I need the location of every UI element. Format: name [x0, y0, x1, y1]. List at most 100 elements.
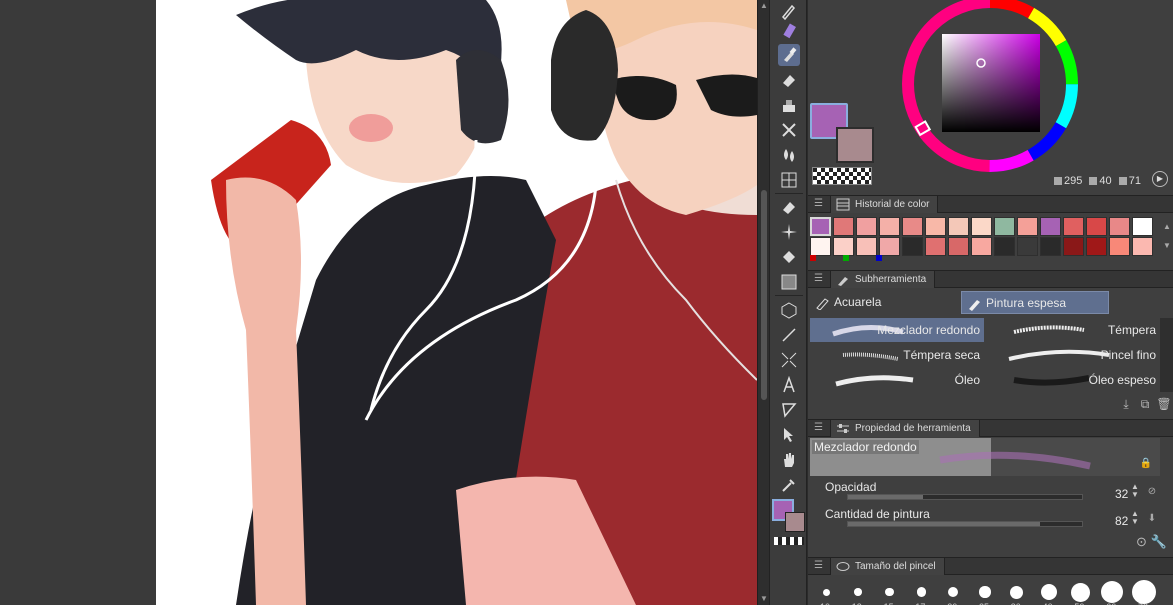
pressure-icon[interactable]: ⬇ — [1145, 512, 1159, 526]
history-color-swatch[interactable] — [971, 237, 992, 256]
history-color-swatch[interactable] — [1109, 237, 1130, 256]
sub-color-chip[interactable] — [785, 512, 805, 532]
menu-icon[interactable]: ☰ — [814, 198, 823, 209]
history-color-swatch[interactable] — [1040, 217, 1061, 236]
mesh-tool-icon[interactable] — [778, 169, 800, 191]
tab-subtool[interactable]: Subherramienta — [830, 271, 936, 288]
tab-brush-size[interactable]: Tamaño del pincel — [830, 558, 945, 575]
brush-size-preset[interactable] — [885, 587, 894, 597]
history-color-swatch[interactable] — [948, 217, 969, 236]
brush-size-preset[interactable] — [1101, 581, 1124, 603]
history-color-swatch[interactable] — [879, 237, 900, 256]
history-color-swatch[interactable] — [971, 217, 992, 236]
paint-amount-slider[interactable] — [847, 521, 1083, 527]
group-acuarela[interactable]: Acuarela — [810, 291, 958, 314]
wrench-icon[interactable]: 🔧 — [1151, 534, 1167, 549]
history-color-swatch[interactable] — [856, 217, 877, 236]
menu-icon[interactable]: ☰ — [814, 560, 823, 571]
drawing-canvas[interactable] — [156, 0, 757, 605]
paint-amount-row[interactable]: Cantidad de pintura 82 ▲ ▼ ⬇ — [825, 507, 1165, 533]
history-color-swatch[interactable] — [1086, 237, 1107, 256]
sparkle-tool-icon[interactable] — [778, 221, 800, 243]
history-color-swatch[interactable] — [994, 237, 1015, 256]
lock-icon[interactable]: 🔒 — [1140, 458, 1152, 469]
pen-tool-icon[interactable] — [778, 0, 800, 22]
history-color-swatch[interactable] — [879, 217, 900, 236]
brush-size-preset[interactable] — [822, 588, 830, 596]
frame-tool-icon[interactable] — [778, 349, 800, 371]
brush-tempera-seca[interactable]: Témpera seca — [810, 343, 984, 367]
brush-size-preset[interactable] — [854, 588, 862, 596]
opacity-option-icon[interactable]: ⊘ — [1145, 485, 1159, 499]
color-wheel[interactable] — [900, 0, 1080, 175]
hand-tool-icon[interactable] — [778, 449, 800, 471]
history-color-swatch[interactable] — [1132, 217, 1153, 236]
line-tool-icon[interactable] — [778, 324, 800, 346]
history-color-swatch[interactable] — [856, 237, 877, 256]
sub-color-swatch[interactable] — [836, 127, 874, 163]
history-color-swatch[interactable] — [902, 217, 923, 236]
brush-tool-icon[interactable] — [778, 44, 800, 66]
fill-tool-icon[interactable] — [778, 246, 800, 268]
history-color-swatch[interactable] — [1086, 217, 1107, 236]
history-color-swatch[interactable] — [1132, 237, 1153, 256]
history-color-swatch[interactable] — [948, 237, 969, 256]
brush-oleo[interactable]: Óleo — [810, 368, 984, 392]
gradient-tool-icon[interactable] — [778, 271, 800, 293]
decoration-tool-icon[interactable] — [778, 94, 800, 116]
opacity-spinner-icon[interactable]: ▲ ▼ — [1131, 483, 1139, 499]
eraser-tool-icon[interactable] — [778, 69, 800, 91]
brush-size-preset[interactable] — [1070, 582, 1090, 602]
history-color-swatch[interactable] — [1040, 237, 1061, 256]
droplet-tool-icon[interactable] — [778, 144, 800, 166]
brush-pincel-fino[interactable]: Pincel fino — [986, 343, 1160, 367]
brush-size-preset[interactable] — [916, 587, 926, 597]
brush-size-preset[interactable] — [979, 586, 991, 598]
import-icon[interactable]: ⤓ — [1118, 397, 1134, 412]
paint-amount-spinner-icon[interactable]: ▲ ▼ — [1131, 510, 1139, 526]
history-color-swatch[interactable] — [925, 217, 946, 236]
brush-size-preset[interactable] — [1010, 585, 1024, 599]
history-color-swatch[interactable] — [810, 237, 831, 256]
history-color-swatch[interactable] — [810, 217, 831, 236]
scroll-thumb[interactable] — [761, 190, 767, 400]
3d-object-tool-icon[interactable] — [778, 299, 800, 321]
history-color-swatch[interactable] — [833, 237, 854, 256]
menu-icon[interactable]: ☰ — [814, 273, 823, 284]
history-scroll[interactable]: ▲ ▼ — [1161, 217, 1173, 255]
canvas-area[interactable] — [0, 0, 757, 605]
brush-mezclador-redondo[interactable]: Mezclador redondo — [810, 318, 984, 342]
balloon-tool-icon[interactable] — [778, 399, 800, 421]
blend-tool-icon[interactable] — [778, 119, 800, 141]
transparent-color-swatch[interactable] — [812, 167, 872, 185]
delete-icon[interactable]: 🗑 — [1156, 397, 1172, 411]
brush-size-preset[interactable] — [1132, 580, 1156, 604]
pen-pressure-icon[interactable]: ⊙ — [1136, 534, 1147, 549]
brush-size-preset[interactable] — [948, 587, 959, 597]
brush-size-preset[interactable] — [1040, 584, 1057, 600]
text-tool-icon[interactable] — [778, 374, 800, 396]
history-color-swatch[interactable] — [994, 217, 1015, 236]
opacity-value[interactable]: 32 — [1115, 487, 1128, 501]
history-color-swatch[interactable] — [1109, 217, 1130, 236]
history-color-swatch[interactable] — [1063, 217, 1084, 236]
history-color-swatch[interactable] — [833, 217, 854, 236]
history-color-swatch[interactable] — [902, 237, 923, 256]
tab-tool-property[interactable]: Propiedad de herramienta — [830, 420, 980, 437]
brush-oleo-espeso[interactable]: Óleo espeso — [986, 368, 1160, 392]
brush-list-scrollbar[interactable] — [1160, 318, 1173, 392]
eraser-small-tool-icon[interactable] — [778, 196, 800, 218]
transparent-color-chip[interactable] — [774, 537, 804, 545]
opacity-slider[interactable] — [847, 494, 1083, 500]
menu-icon[interactable]: ☰ — [814, 422, 823, 433]
canvas-vertical-scrollbar[interactable]: ▲ ▼ — [757, 0, 769, 605]
eyedropper-tool-icon[interactable] — [778, 474, 800, 496]
tab-color-history[interactable]: Historial de color — [830, 196, 939, 213]
play-icon[interactable]: ▶ — [1152, 171, 1168, 187]
history-color-swatch[interactable] — [1017, 237, 1038, 256]
group-pintura-espesa[interactable]: Pintura espesa — [961, 291, 1109, 314]
marker-tool-icon[interactable] — [778, 20, 800, 42]
brush-tempera[interactable]: Témpera — [986, 318, 1160, 342]
duplicate-icon[interactable]: ⧉ — [1137, 397, 1153, 412]
history-color-swatch[interactable] — [1017, 217, 1038, 236]
